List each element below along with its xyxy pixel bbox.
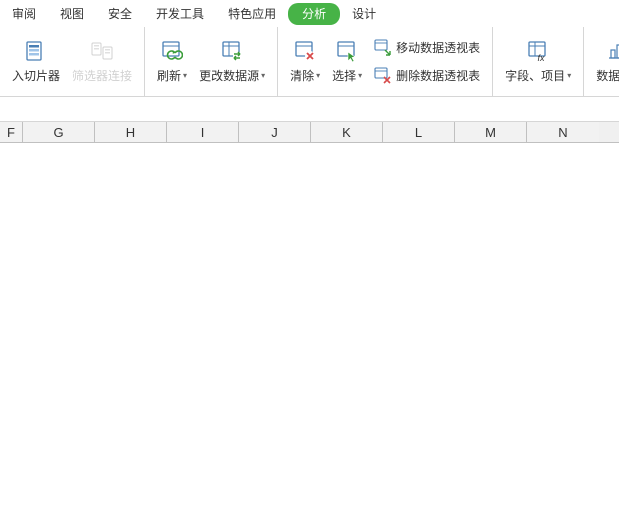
spreadsheet-grid[interactable] xyxy=(0,143,619,514)
filter-connect-icon xyxy=(90,39,114,63)
insert-slicer-label: 入切片器 xyxy=(12,67,60,84)
chevron-down-icon: ▾ xyxy=(567,71,571,80)
column-headers: F G H I J K L M N xyxy=(0,122,619,143)
move-pivot-label: 移动数据透视表 xyxy=(396,39,480,56)
select-label: 选择▾ xyxy=(332,67,362,84)
change-source-label: 更改数据源▾ xyxy=(199,67,265,84)
col-header-I[interactable]: I xyxy=(167,122,239,142)
chevron-down-icon: ▾ xyxy=(261,71,265,80)
filter-connect-label: 筛选器连接 xyxy=(72,67,132,84)
pivot-actions: 移动数据透视表 删除数据透视表 xyxy=(368,37,486,87)
pivot-chart-button[interactable]: 数据透视 xyxy=(590,32,619,92)
col-header-M[interactable]: M xyxy=(455,122,527,142)
col-header-F[interactable]: F xyxy=(0,122,23,142)
pivot-chart-icon xyxy=(608,39,619,63)
insert-slicer-button[interactable]: 入切片器 xyxy=(6,32,66,92)
col-header-J[interactable]: J xyxy=(239,122,311,142)
move-pivot-icon xyxy=(374,39,392,57)
ribbon-group-chart: 数据透视 xyxy=(584,27,619,96)
tab-review[interactable]: 审阅 xyxy=(0,1,48,27)
ribbon-group-slicer: 入切片器 筛选器连接 xyxy=(0,27,145,96)
delete-pivot-icon xyxy=(374,67,392,85)
change-source-icon xyxy=(220,39,244,63)
formula-bar[interactable] xyxy=(0,97,619,122)
tab-design[interactable]: 设计 xyxy=(340,1,388,27)
tab-security[interactable]: 安全 xyxy=(96,1,144,27)
slicer-icon xyxy=(24,39,48,63)
col-header-L[interactable]: L xyxy=(383,122,455,142)
chevron-down-icon: ▾ xyxy=(183,71,187,80)
tab-special[interactable]: 特色应用 xyxy=(216,1,288,27)
menu-tabs: 审阅 视图 安全 开发工具 特色应用 分析 设计 xyxy=(0,0,619,27)
ribbon-group-fields: fx 字段、项目▾ xyxy=(493,27,584,96)
col-header-H[interactable]: H xyxy=(95,122,167,142)
change-source-button[interactable]: 更改数据源▾ xyxy=(193,32,271,92)
ribbon-group-data: 刷新▾ 更改数据源▾ xyxy=(145,27,278,96)
refresh-button[interactable]: 刷新▾ xyxy=(151,32,193,92)
pivot-chart-label: 数据透视 xyxy=(596,67,619,84)
filter-connect-button: 筛选器连接 xyxy=(66,32,138,92)
tab-analysis[interactable]: 分析 xyxy=(288,3,340,25)
clear-label: 清除▾ xyxy=(290,67,320,84)
col-header-N[interactable]: N xyxy=(527,122,599,142)
select-icon xyxy=(335,39,359,63)
select-button[interactable]: 选择▾ xyxy=(326,32,368,92)
fields-items-label: 字段、项目▾ xyxy=(505,67,571,84)
clear-icon xyxy=(293,39,317,63)
col-header-G[interactable]: G xyxy=(23,122,95,142)
delete-pivot-label: 删除数据透视表 xyxy=(396,67,480,84)
chevron-down-icon: ▾ xyxy=(358,71,362,80)
fields-items-icon: fx xyxy=(526,39,550,63)
ribbon-toolbar: 入切片器 筛选器连接 xyxy=(0,27,619,97)
refresh-label: 刷新▾ xyxy=(157,67,187,84)
tab-view[interactable]: 视图 xyxy=(48,1,96,27)
chevron-down-icon: ▾ xyxy=(316,71,320,80)
refresh-icon xyxy=(160,39,184,63)
ribbon-group-operations: 清除▾ 选择▾ xyxy=(278,27,493,96)
delete-pivot-button[interactable]: 删除数据透视表 xyxy=(372,65,482,87)
clear-button[interactable]: 清除▾ xyxy=(284,32,326,92)
move-pivot-button[interactable]: 移动数据透视表 xyxy=(372,37,482,59)
fields-items-button[interactable]: fx 字段、项目▾ xyxy=(499,32,577,92)
svg-text:fx: fx xyxy=(538,53,546,62)
col-header-K[interactable]: K xyxy=(311,122,383,142)
tab-devtools[interactable]: 开发工具 xyxy=(144,1,216,27)
